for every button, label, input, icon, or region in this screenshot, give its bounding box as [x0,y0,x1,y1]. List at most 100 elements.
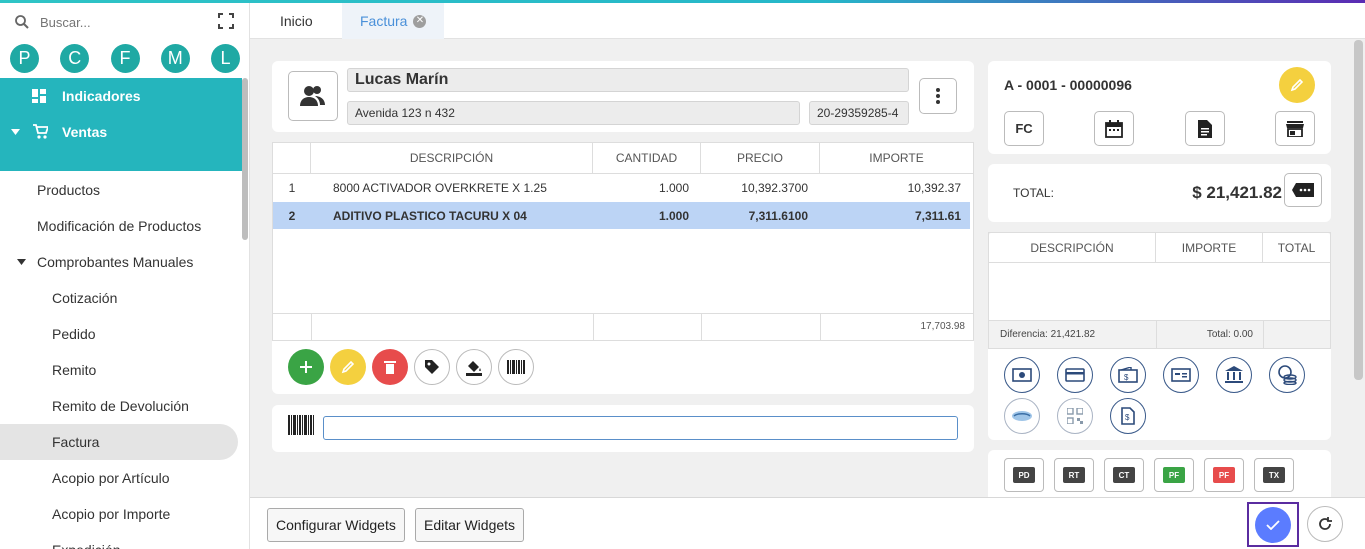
shortcut-m[interactable]: M [160,44,190,73]
grid-footer-sep [311,313,312,340]
discount-button[interactable] [1284,173,1322,207]
coins-payment-button[interactable] [1269,357,1305,393]
col-header-total[interactable]: TOTAL [1263,233,1330,263]
col-header-descripcion[interactable]: DESCRIPCIÓN [989,233,1156,263]
customer-menu-button[interactable] [919,78,957,114]
sidebar-item-remito-devolucion[interactable]: Remito de Devolución [0,388,238,424]
menu-highlight: Indicadores Ventas [0,78,242,171]
shortcut-c[interactable]: C [60,44,90,73]
pencil-icon [341,360,355,374]
card-payment-button[interactable] [1057,357,1093,393]
col-header-importe[interactable]: IMPORTE [1156,233,1263,263]
sidebar-search [14,11,240,33]
customer-address-field[interactable]: Avenida 123 n 432 [347,101,800,125]
col-header-precio[interactable]: PRECIO [701,143,820,173]
doc-pf-red-button[interactable]: PF [1204,458,1244,492]
doc-pd-icon: PD [1013,467,1035,483]
row-index: 2 [288,208,296,223]
shortcut-l[interactable]: L [211,44,240,73]
items-card: DESCRIPCIÓN CANTIDAD PRECIO IMPORTE 1 80… [272,142,974,394]
shortcut-bar: P C F M L [10,44,240,73]
paint-bucket-icon [466,361,482,376]
col-header-importe[interactable]: IMPORTE [820,143,973,173]
cash-payment-button[interactable] [1004,357,1040,393]
receipt-payment-button[interactable]: $ [1110,398,1146,434]
credit-card-icon [1065,368,1085,382]
store-button[interactable] [1275,111,1315,146]
customer-name-field[interactable]: Lucas Marín [347,68,909,92]
confirm-button-frame [1247,502,1299,547]
close-icon[interactable]: ✕ [413,14,427,28]
doc-pf-green-button[interactable]: PF [1154,458,1194,492]
configurar-widgets-button[interactable]: Configurar Widgets [267,508,405,542]
tag-button[interactable] [414,349,450,385]
search-input[interactable] [40,14,190,30]
color-fill-button[interactable] [456,349,492,385]
sidebar-item-ventas[interactable]: Ventas [0,114,242,150]
shortcut-f[interactable]: F [110,44,140,73]
sidebar-item-factura[interactable]: Factura [0,424,238,460]
table-row-selected[interactable]: 2 ADITIVO PLASTICO TACURU X 04 1.000 7,3… [273,202,970,229]
main-scrollbar[interactable] [1354,40,1363,380]
search-icon [15,15,29,29]
pencil-icon [1290,78,1304,92]
add-item-button[interactable] [288,349,324,385]
sidebar-item-expedicion[interactable]: Expedición [0,532,238,549]
row-precio: 7,311.6100 [748,208,808,223]
edit-invoice-button[interactable] [1279,67,1315,103]
svg-text:$: $ [1124,373,1129,382]
wallet-payment-button[interactable]: $ [1110,357,1146,393]
document-button[interactable] [1185,111,1225,146]
barcode-input[interactable] [323,416,958,440]
sidebar-item-remito[interactable]: Remito [0,352,238,388]
date-button[interactable] [1094,111,1134,146]
delete-item-button[interactable] [372,349,408,385]
sidebar-item-comprobantes[interactable]: Comprobantes Manuales [0,244,238,280]
sidebar-item-acopio-articulo[interactable]: Acopio por Artículo [0,460,238,496]
invoice-card: A - 0001 - 00000096 FC [988,61,1331,154]
doc-rt-button[interactable]: RT [1054,458,1094,492]
col-header-descripcion[interactable]: DESCRIPCIÓN [311,143,593,173]
row-descripcion: ADITIVO PLASTICO TACURU X 04 [333,208,527,223]
shortcut-p[interactable]: P [10,44,39,73]
payments-footer: Diferencia: 21,421.82 Total: 0.00 [989,320,1330,349]
bank-icon [1225,366,1243,383]
editar-widgets-button[interactable]: Editar Widgets [415,508,525,542]
doc-pf-green-icon: PF [1163,467,1185,483]
confirm-button[interactable] [1255,506,1291,543]
doc-ct-button[interactable]: CT [1104,458,1144,492]
doc-pd-button[interactable]: PD [1004,458,1044,492]
row-cantidad: 1.000 [658,208,689,223]
barcode-icon [288,415,314,435]
col-header-index [273,143,311,173]
sidebar-item-pedido[interactable]: Pedido [0,316,238,352]
fullscreen-icon[interactable] [218,13,234,29]
invoice-type-button[interactable]: FC [1004,111,1044,146]
sidebar-item-acopio-importe[interactable]: Acopio por Importe [0,496,238,532]
sidebar-item-productos[interactable]: Productos [0,172,238,208]
sidebar-item-label: Comprobantes Manuales [37,254,194,270]
calendar-icon [1105,119,1123,138]
label-tag-icon [1292,183,1314,197]
sidebar-item-modificacion[interactable]: Modificación de Productos [0,208,238,244]
customer-cuit-field[interactable]: 20-29359285-4 [809,101,909,125]
sidebar-item-indicadores[interactable]: Indicadores [0,78,242,114]
grid-footer-sep [593,313,594,340]
customer-select-button[interactable] [288,71,338,121]
check-payment-button[interactable] [1163,357,1199,393]
tab-label: Inicio [280,13,313,29]
tab-inicio[interactable]: Inicio [262,3,331,39]
edit-item-button[interactable] [330,349,366,385]
doc-tx-button[interactable]: TX [1254,458,1294,492]
refresh-button[interactable] [1307,506,1343,542]
bank-payment-button[interactable] [1216,357,1252,393]
qr-payment-button[interactable] [1057,398,1093,434]
tab-factura[interactable]: Factura ✕ [342,3,445,39]
barcode-button[interactable] [498,349,534,385]
col-header-cantidad[interactable]: CANTIDAD [593,143,701,173]
transfer-payment-button[interactable] [1004,398,1040,434]
sidebar-item-cotizacion[interactable]: Cotización [0,280,238,316]
sidebar-scrollbar[interactable] [242,78,248,240]
table-row[interactable]: 1 8000 ACTIVADOR OVERKRETE X 1.25 1.000 … [273,174,973,201]
sidebar-item-label: Ventas [62,124,108,140]
